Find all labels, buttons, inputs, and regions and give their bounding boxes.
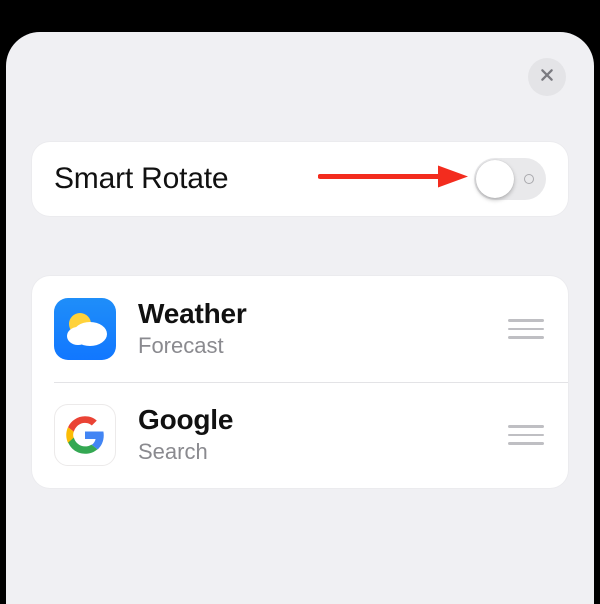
drag-handle-icon[interactable]: [504, 319, 544, 339]
widget-title: Weather: [138, 298, 504, 330]
settings-sheet: Smart Rotate: [6, 32, 594, 604]
google-app-icon: [54, 404, 116, 466]
widget-title: Google: [138, 404, 504, 436]
smart-rotate-label: Smart Rotate: [54, 162, 228, 196]
widgets-list: Weather Forecast Google Search: [32, 276, 568, 488]
drag-handle-icon[interactable]: [504, 425, 544, 445]
list-item[interactable]: Google Search: [32, 382, 568, 488]
widget-subtitle: Forecast: [138, 332, 504, 360]
smart-rotate-toggle[interactable]: [474, 158, 546, 200]
close-button[interactable]: [528, 58, 566, 96]
widget-subtitle: Search: [138, 438, 504, 466]
weather-app-icon: [54, 298, 116, 360]
annotation-arrow-icon: [318, 162, 468, 197]
close-icon: [539, 67, 555, 88]
list-item[interactable]: Weather Forecast: [32, 276, 568, 382]
smart-rotate-card: Smart Rotate: [32, 142, 568, 216]
